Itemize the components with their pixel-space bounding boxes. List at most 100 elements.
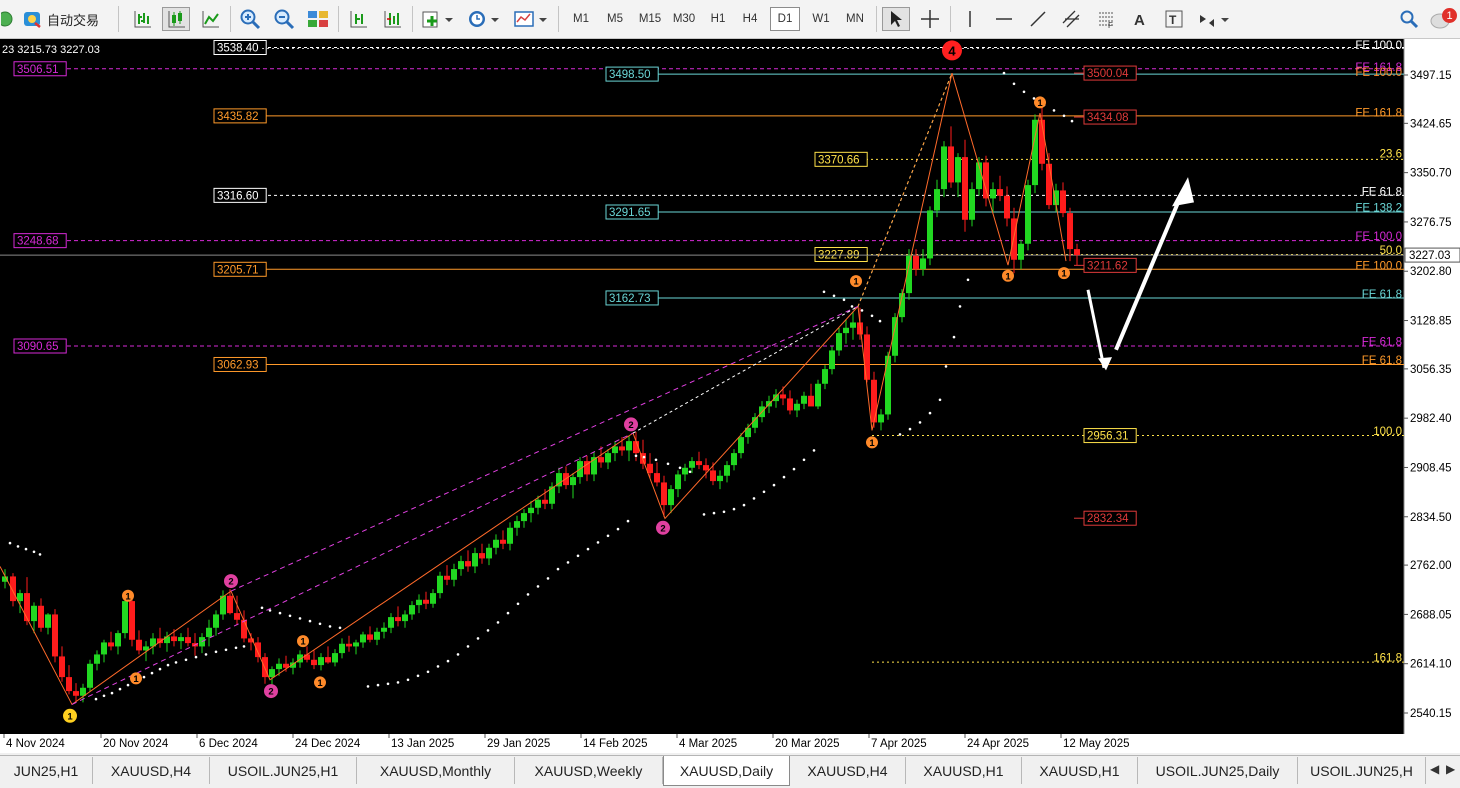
candle-bear[interactable] [654,473,660,483]
candle-bear[interactable] [59,656,65,678]
candle-bull[interactable] [472,553,478,567]
tab-usoil-jun25-h1[interactable]: USOIL.JUN25,H1 [210,757,357,784]
candle-bear[interactable] [479,553,485,559]
autotrade-button[interactable]: 自动交易 [18,7,112,31]
candle-bear[interactable] [241,619,247,639]
candle-bear[interactable] [129,601,135,640]
candle-bull[interactable] [570,477,576,486]
candle-bull[interactable] [850,322,856,328]
candle-bull[interactable] [178,637,184,642]
candle-bull[interactable] [164,636,170,644]
candle-bull[interactable] [458,561,464,570]
candle-bear[interactable] [864,334,870,380]
candle-bear[interactable] [171,636,177,642]
candle-bull[interactable] [885,355,891,415]
candle-bull[interactable] [507,527,513,544]
timeframe-m5[interactable]: M5 [600,7,630,31]
tile-windows-button[interactable] [304,7,332,31]
tab-xauusd-daily[interactable]: XAUUSD,Daily [663,756,790,786]
candle-bull[interactable] [206,627,212,638]
candle-bear[interactable] [948,146,954,183]
tab-scroll-left-icon[interactable]: ◀ [1430,762,1439,776]
tab-xauusd-h4-2[interactable]: XAUUSD,H4 [790,757,906,784]
timeframe-h4[interactable]: H4 [736,7,764,31]
candle-bear[interactable] [465,561,471,567]
candle-bull[interactable] [318,657,324,666]
text-button[interactable]: A [1126,7,1154,31]
candle-bear[interactable] [913,255,919,270]
candle-bear[interactable] [962,157,968,220]
candle-bear[interactable] [185,637,191,644]
candle-bear[interactable] [703,465,709,471]
candle-bear[interactable] [325,657,331,663]
candle-bull[interactable] [388,617,394,628]
candle-bull[interactable] [773,394,779,402]
timeframe-mn[interactable]: MN [840,7,870,31]
candle-bull[interactable] [927,210,933,259]
candle-bear[interactable] [983,162,989,199]
candle-bear[interactable] [1060,190,1066,214]
candle-bull[interactable] [689,461,695,468]
candle-bear[interactable] [500,539,506,544]
globe-icon[interactable] [0,7,14,31]
candle-bear[interactable] [661,482,667,506]
candle-bear[interactable] [38,605,44,628]
candle-bear[interactable] [255,642,261,658]
candle-bull[interactable] [801,395,807,404]
candle-bull[interactable] [920,258,926,270]
candle-bull[interactable] [213,614,219,628]
candle-bull[interactable] [493,539,499,548]
tab-xauusd-weekly[interactable]: XAUUSD,Weekly [515,757,663,784]
candle-bear[interactable] [395,617,401,622]
candle-bear[interactable] [1004,195,1010,219]
candle-bull[interactable] [682,467,688,475]
vertical-line-button[interactable] [956,7,984,31]
candle-bear[interactable] [710,470,716,482]
candle-bull[interactable] [605,453,611,463]
horizontal-line-button[interactable] [990,7,1018,31]
candle-bear[interactable] [73,691,79,696]
candle-bull[interactable] [822,369,828,384]
candle-bull[interactable] [360,634,366,643]
tab-scroll-right-icon[interactable]: ▶ [1446,762,1455,776]
equidistant-channel-button[interactable] [1058,7,1086,31]
candle-bear[interactable] [52,614,58,657]
candle-bull[interactable] [94,654,100,664]
candle-bull[interactable] [87,663,93,688]
line-chart-button[interactable] [196,7,224,31]
candle-bull[interactable] [1032,119,1038,186]
candle-bull[interactable] [738,437,744,454]
candle-bull[interactable] [941,146,947,190]
search-button[interactable] [1396,7,1422,31]
indicators-button[interactable] [418,7,458,31]
arrows-button[interactable] [1194,7,1234,31]
candle-bear[interactable] [10,576,16,602]
candle-bull[interactable] [381,627,387,632]
text-label-button[interactable]: T [1160,7,1188,31]
candle-bear[interactable] [24,593,30,622]
candle-bear[interactable] [787,398,793,411]
candle-bear[interactable] [227,595,233,614]
price-chart[interactable]: 23 3215.73 3227.03 3497.15 3424.65 3350.70 3… [0,39,1460,753]
timeframe-m30[interactable]: M30 [668,7,700,31]
candle-bull[interactable] [486,547,492,559]
candle-bear[interactable] [367,634,373,640]
candle-bull[interactable] [955,157,961,183]
candle-bull[interactable] [934,189,940,211]
candle-bull[interactable] [374,631,380,640]
candle-bull[interactable] [353,642,359,647]
timeframe-w1[interactable]: W1 [806,7,836,31]
timeframe-h1[interactable]: H1 [704,7,732,31]
candle-bull[interactable] [521,513,527,522]
candle-bull[interactable] [535,499,541,508]
candle-bull[interactable] [843,327,849,334]
zoom-in-button[interactable] [236,7,264,31]
candle-bull[interactable] [276,663,282,670]
candle-bull[interactable] [45,614,51,628]
candle-bull[interactable] [514,521,520,528]
candle-bull[interactable] [437,575,443,594]
candle-bull[interactable] [339,643,345,654]
candle-bear[interactable] [346,643,352,647]
tab-xauusd-monthly[interactable]: XAUUSD,Monthly [357,757,515,784]
templates-button[interactable] [510,7,552,31]
